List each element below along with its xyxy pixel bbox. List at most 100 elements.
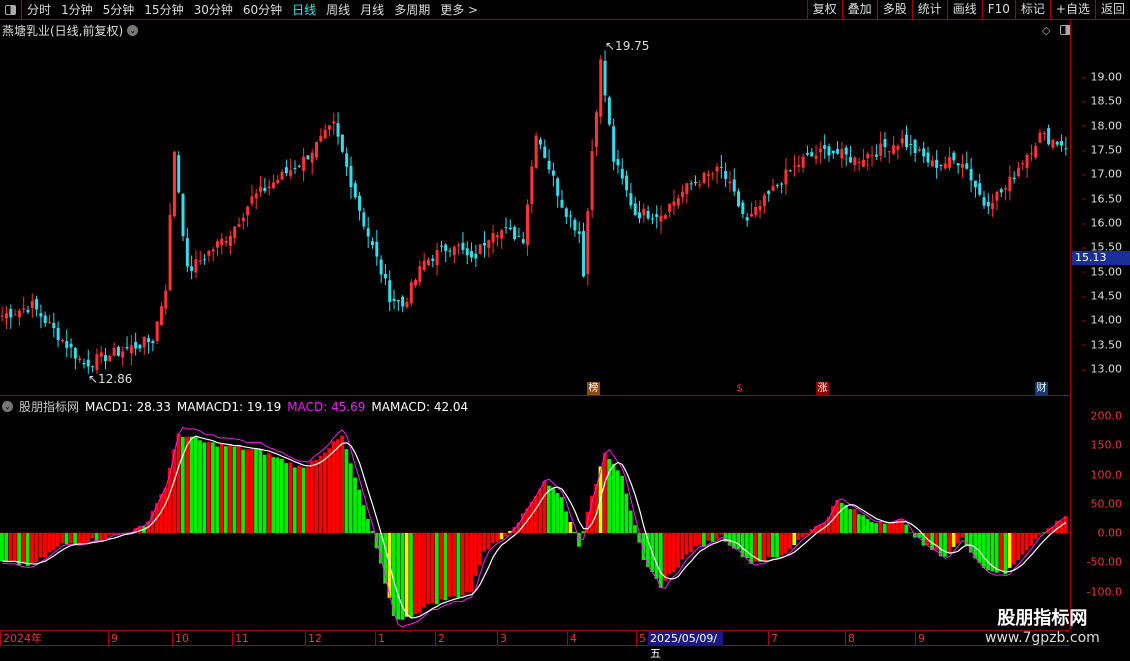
candle-body [1030,153,1033,154]
candle-body [944,164,947,169]
candle-body [418,266,421,282]
candle-body [1051,140,1054,148]
macd-bar [0,533,4,561]
candle-body [578,231,581,234]
candle-body [246,207,249,216]
candle-body [151,341,154,343]
event-tag[interactable]: 财 [1035,382,1048,395]
candle-body [238,224,241,227]
macd-bar [956,533,960,543]
macd-bar [189,437,193,533]
indicator-name[interactable]: 股朋指标网 [19,398,79,415]
candle-body [647,211,650,218]
event-tag[interactable]: $ [733,382,746,395]
candle-body [733,179,736,191]
candle-body [48,322,51,323]
macd-bar [90,533,94,538]
candle-body [311,153,314,163]
macd-bar [9,533,13,562]
macd-bar [663,533,667,581]
candle-body [862,160,865,167]
candle-body [423,261,426,270]
candle-body [126,347,129,348]
candle-body [694,182,697,183]
macd-bar [904,525,908,533]
right-axis: 19.0018.5018.0017.5017.0016.5016.0015.50… [1070,20,1130,630]
price-axis-label: 16.50 [1091,192,1123,205]
candle-body [259,187,262,192]
macd-bar [69,533,73,543]
macd-bar [698,533,702,545]
watermark-url: www.7gpzb.com [985,630,1100,646]
macd-bar [668,533,672,574]
candle-body [199,260,202,261]
macd-bar [560,497,564,533]
candle-body [113,348,116,356]
macd-bar [629,511,633,533]
macd-bar [215,447,219,533]
event-tag[interactable]: 涨 [816,382,829,395]
macd-bar [1021,533,1025,555]
macd-bar [332,441,336,533]
candle-body [896,146,899,150]
candle-body [431,259,434,261]
candle-body [74,348,77,359]
macd-bar [439,533,443,599]
candle-body [935,160,938,168]
candle-body [388,280,391,302]
macd-bar [112,533,116,535]
candle-body [939,165,942,166]
macd-bar [978,533,982,563]
macd-bar [103,533,107,539]
candle-body [505,227,508,228]
candle-body [1017,168,1020,176]
date-axis-label: 2024年 [0,631,42,646]
candle-body [427,260,430,266]
candle-body [117,347,120,356]
macd-bar [504,533,508,536]
macd-bar [17,533,21,565]
candle-body [677,198,680,205]
candle-body [737,191,740,206]
candle-body [827,146,830,155]
macd-bar [655,533,659,579]
candle-body [763,195,766,206]
candle-body [509,228,512,230]
macd-bar [749,533,753,564]
candle-body [461,243,464,250]
candle-body [410,282,413,303]
macd-bar [702,533,706,547]
candle-body [918,149,921,150]
macd-bar [245,449,249,533]
candle-body [539,140,542,145]
candle-body [802,157,805,168]
macd-bar [986,533,990,570]
macd-bar [564,511,568,533]
candle-body [638,212,641,218]
macd-bar [1064,516,1068,533]
candle-body [522,239,525,243]
chart-canvas[interactable]: ↖19.75↖12.86 [0,0,1070,630]
watermark-name: 股朋指标网 [985,604,1100,630]
date-axis-label: 2 [435,631,445,646]
panel-divider[interactable] [0,395,1070,396]
event-tag[interactable]: 榜 [587,382,600,395]
candle-body [87,360,90,367]
macd-axis-label: 200.0 [1091,410,1123,423]
macd-bar [26,533,30,566]
macd-bar [73,533,77,545]
macd-bar [164,488,168,533]
candle-body [104,355,107,361]
toolbar-button[interactable]: 返回 [1095,0,1130,20]
candle-body [840,149,843,159]
macd-bar [345,449,349,533]
candle-body [328,125,331,129]
candle-body [974,181,977,188]
candle-body [582,231,585,276]
candle-body [70,344,73,348]
chevron-down-icon[interactable]: ⌄ [2,401,13,412]
candle-body [397,300,400,301]
candle-body [905,135,908,147]
macd-bar [22,533,26,564]
candle-body [746,217,749,220]
